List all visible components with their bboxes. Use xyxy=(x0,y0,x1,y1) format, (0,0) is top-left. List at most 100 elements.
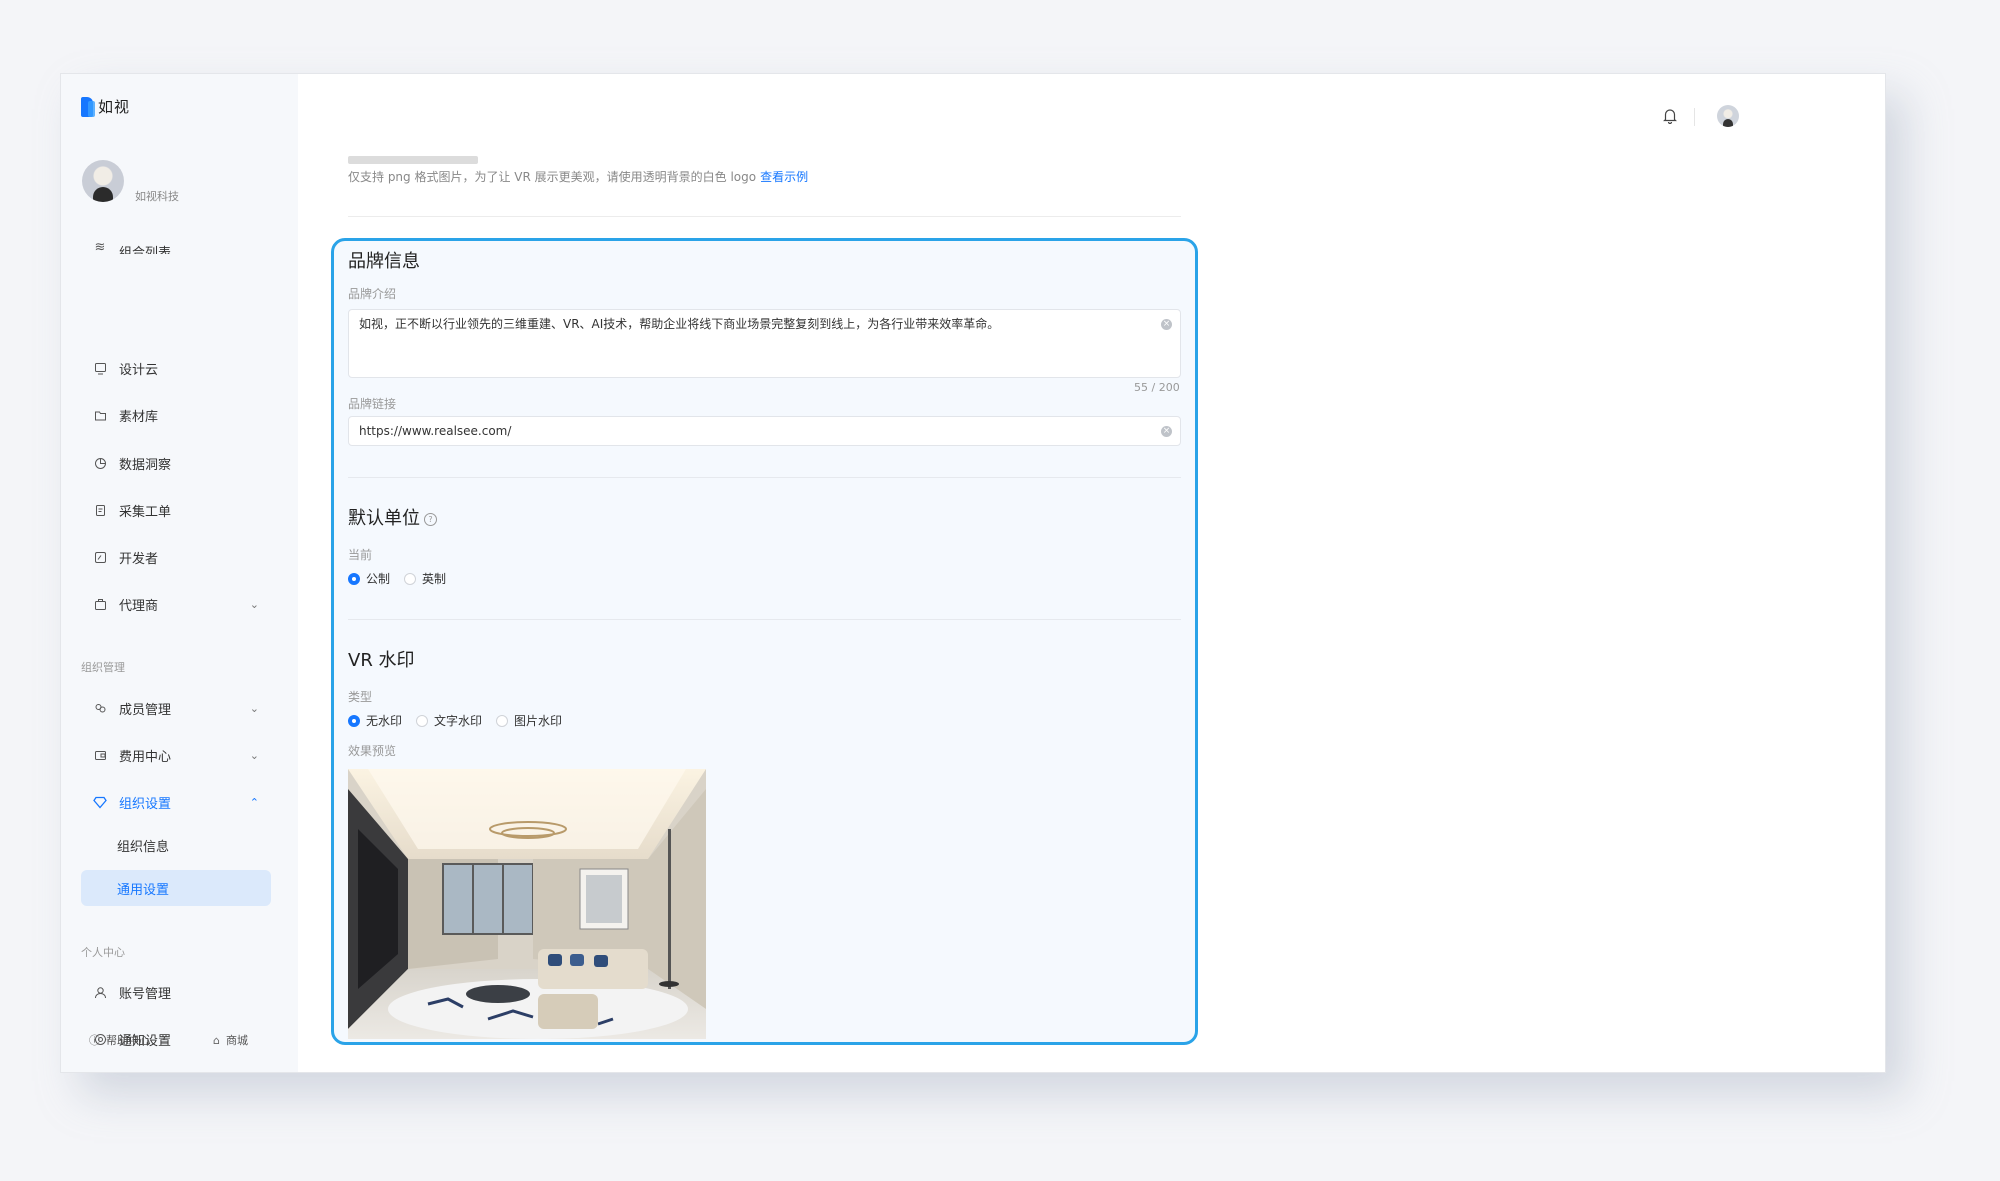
user-avatar[interactable] xyxy=(1717,105,1739,127)
app-window: 如视 如视科技 ≋ 组合列表 设计云 素材库 数据洞察 采集工单 开发者 代理商… xyxy=(60,73,1886,1073)
radio-dot xyxy=(348,572,360,585)
clear-icon[interactable]: × xyxy=(1161,319,1172,330)
sidebar-item-label: 设计云 xyxy=(119,362,159,378)
unit-radio-group: 公制 英制 xyxy=(348,570,446,587)
help-icon: ⓘ xyxy=(89,1034,100,1047)
radio-label: 英制 xyxy=(422,572,447,586)
logo-note-text: 仅支持 png 格式图片，为了让 VR 展示更美观，请使用透明背景的白色 log… xyxy=(348,170,757,184)
briefcase-icon xyxy=(93,597,107,611)
sidebar-item-label: 组合列表 xyxy=(119,246,172,254)
sidebar-item-label: 开发者 xyxy=(119,551,159,567)
radio-dot xyxy=(416,714,429,727)
view-example-link[interactable]: 查看示例 xyxy=(760,170,808,184)
members-icon xyxy=(93,701,107,715)
section-label-org: 组织管理 xyxy=(81,661,125,674)
vr-watermark-title: VR 水印 xyxy=(348,650,415,671)
wallet-icon xyxy=(93,748,107,762)
sidebar-item-combo-list[interactable]: ≋ 组合列表 xyxy=(81,234,271,255)
chevron-down-icon: ⌄ xyxy=(249,701,259,715)
preview-label: 效果预览 xyxy=(348,744,397,758)
user-icon xyxy=(93,985,107,999)
section-label-personal: 个人中心 xyxy=(81,946,125,959)
sidebar-subitem-general-settings[interactable]: 通用设置 xyxy=(81,870,271,906)
sidebar-item-label: 采集工单 xyxy=(119,504,172,520)
help-center-label: 帮助中心 xyxy=(106,1034,150,1047)
sidebar-item-label: 数据洞察 xyxy=(119,457,172,473)
radio-label: 图片水印 xyxy=(514,714,563,728)
sidebar-item-label: 账号管理 xyxy=(119,986,172,1002)
section-divider xyxy=(348,477,1181,478)
code-icon xyxy=(93,550,107,564)
radio-label: 公制 xyxy=(366,572,391,586)
org-avatar[interactable] xyxy=(82,160,124,202)
sidebar-item-account[interactable]: 账号管理 xyxy=(81,974,271,1010)
brand-intro-textarea[interactable]: 如视，正不断以行业领先的三维重建、VR、AI技术，帮助企业将线下商业场景完整复刻… xyxy=(348,309,1181,378)
default-unit-title-text: 默认单位 xyxy=(348,508,420,529)
pie-chart-icon xyxy=(93,456,107,470)
brand-link-input[interactable]: https://www.realsee.com/ × xyxy=(348,416,1181,446)
sidebar-item-org-settings[interactable]: 组织设置 ⌃ xyxy=(81,784,271,820)
logo-icon xyxy=(81,96,95,117)
radio-dot xyxy=(496,714,509,727)
sidebar-item-label: 费用中心 xyxy=(119,749,172,765)
sidebar-item-material-library[interactable]: 素材库 xyxy=(81,397,271,433)
char-counter: 55 / 200 xyxy=(1134,381,1180,394)
brand-info-title: 品牌信息 xyxy=(348,251,420,272)
header-divider xyxy=(1694,108,1695,126)
watermark-radio-group: 无水印 文字水印 图片水印 xyxy=(348,712,562,729)
diamond-icon xyxy=(93,795,107,809)
brand-link-label: 品牌链接 xyxy=(348,397,397,411)
radio-metric[interactable]: 公制 xyxy=(348,570,390,587)
current-unit-label: 当前 xyxy=(348,548,373,562)
radio-image-watermark[interactable]: 图片水印 xyxy=(496,712,562,729)
monitor-icon xyxy=(93,361,107,375)
radio-text-watermark[interactable]: 文字水印 xyxy=(416,712,482,729)
org-name: 如视科技 xyxy=(135,190,179,203)
folder-icon xyxy=(93,408,107,422)
logo-upload-stub xyxy=(348,156,478,164)
main-content: 仅支持 png 格式图片，为了让 VR 展示更美观，请使用透明背景的白色 log… xyxy=(298,74,1885,1072)
section-divider xyxy=(348,216,1181,217)
clipboard-icon xyxy=(93,503,107,517)
settings-highlight-panel: 品牌信息 品牌介绍 如视，正不断以行业领先的三维重建、VR、AI技术，帮助企业将… xyxy=(331,238,1198,1045)
radio-dot xyxy=(404,572,417,585)
logo-format-note: 仅支持 png 格式图片，为了让 VR 展示更美观，请使用透明背景的白色 log… xyxy=(348,168,808,185)
sidebar-item-label: 代理商 xyxy=(119,598,159,614)
sidebar-item-capture-orders[interactable]: 采集工单 xyxy=(81,492,271,528)
sidebar-item-developer[interactable]: 开发者 xyxy=(81,539,271,575)
brand-logo[interactable]: 如视 xyxy=(81,96,130,117)
brand-intro-value: 如视，正不断以行业领先的三维重建、VR、AI技术，帮助企业将线下商业场景完整复刻… xyxy=(359,317,1000,331)
layers-icon: ≋ xyxy=(94,239,106,255)
sidebar-item-data-insight[interactable]: 数据洞察 xyxy=(81,445,271,481)
store-link[interactable]: ⌂ 商城 xyxy=(213,1032,248,1048)
sidebar: 如视 如视科技 ≋ 组合列表 设计云 素材库 数据洞察 采集工单 开发者 代理商… xyxy=(61,74,298,1072)
bell-icon[interactable] xyxy=(1662,107,1678,128)
store-label: 商城 xyxy=(225,1034,248,1047)
sidebar-item-billing[interactable]: 费用中心 ⌄ xyxy=(81,737,271,773)
default-unit-title: 默认单位? xyxy=(348,504,437,530)
sidebar-item-label: 组织设置 xyxy=(119,796,172,812)
chevron-down-icon: ⌄ xyxy=(249,597,259,611)
chevron-down-icon: ⌄ xyxy=(249,748,259,762)
sidebar-item-design-cloud[interactable]: 设计云 xyxy=(81,350,271,386)
radio-no-watermark[interactable]: 无水印 xyxy=(348,712,402,729)
brand-link-value: https://www.realsee.com/ xyxy=(359,424,512,438)
brand-intro-label: 品牌介绍 xyxy=(348,287,397,301)
sidebar-item-members[interactable]: 成员管理 ⌄ xyxy=(81,690,271,726)
sidebar-item-agent[interactable]: 代理商 ⌄ xyxy=(81,586,271,622)
watermark-type-label: 类型 xyxy=(348,690,373,704)
radio-imperial[interactable]: 英制 xyxy=(404,570,446,587)
radio-label: 文字水印 xyxy=(434,714,483,728)
radio-dot xyxy=(348,714,360,727)
clear-icon[interactable]: × xyxy=(1161,426,1172,437)
section-divider xyxy=(348,619,1181,620)
help-center-link[interactable]: ⓘ 帮助中心 xyxy=(89,1032,150,1048)
question-icon[interactable]: ? xyxy=(424,512,437,526)
watermark-preview-image xyxy=(348,769,706,1039)
radio-label: 无水印 xyxy=(366,714,403,728)
bag-icon: ⌂ xyxy=(213,1033,220,1047)
sidebar-item-label: 素材库 xyxy=(119,409,159,425)
brand-name: 如视 xyxy=(98,98,131,116)
sidebar-subitem-org-info[interactable]: 组织信息 xyxy=(81,827,271,863)
sidebar-item-label: 成员管理 xyxy=(119,702,172,718)
